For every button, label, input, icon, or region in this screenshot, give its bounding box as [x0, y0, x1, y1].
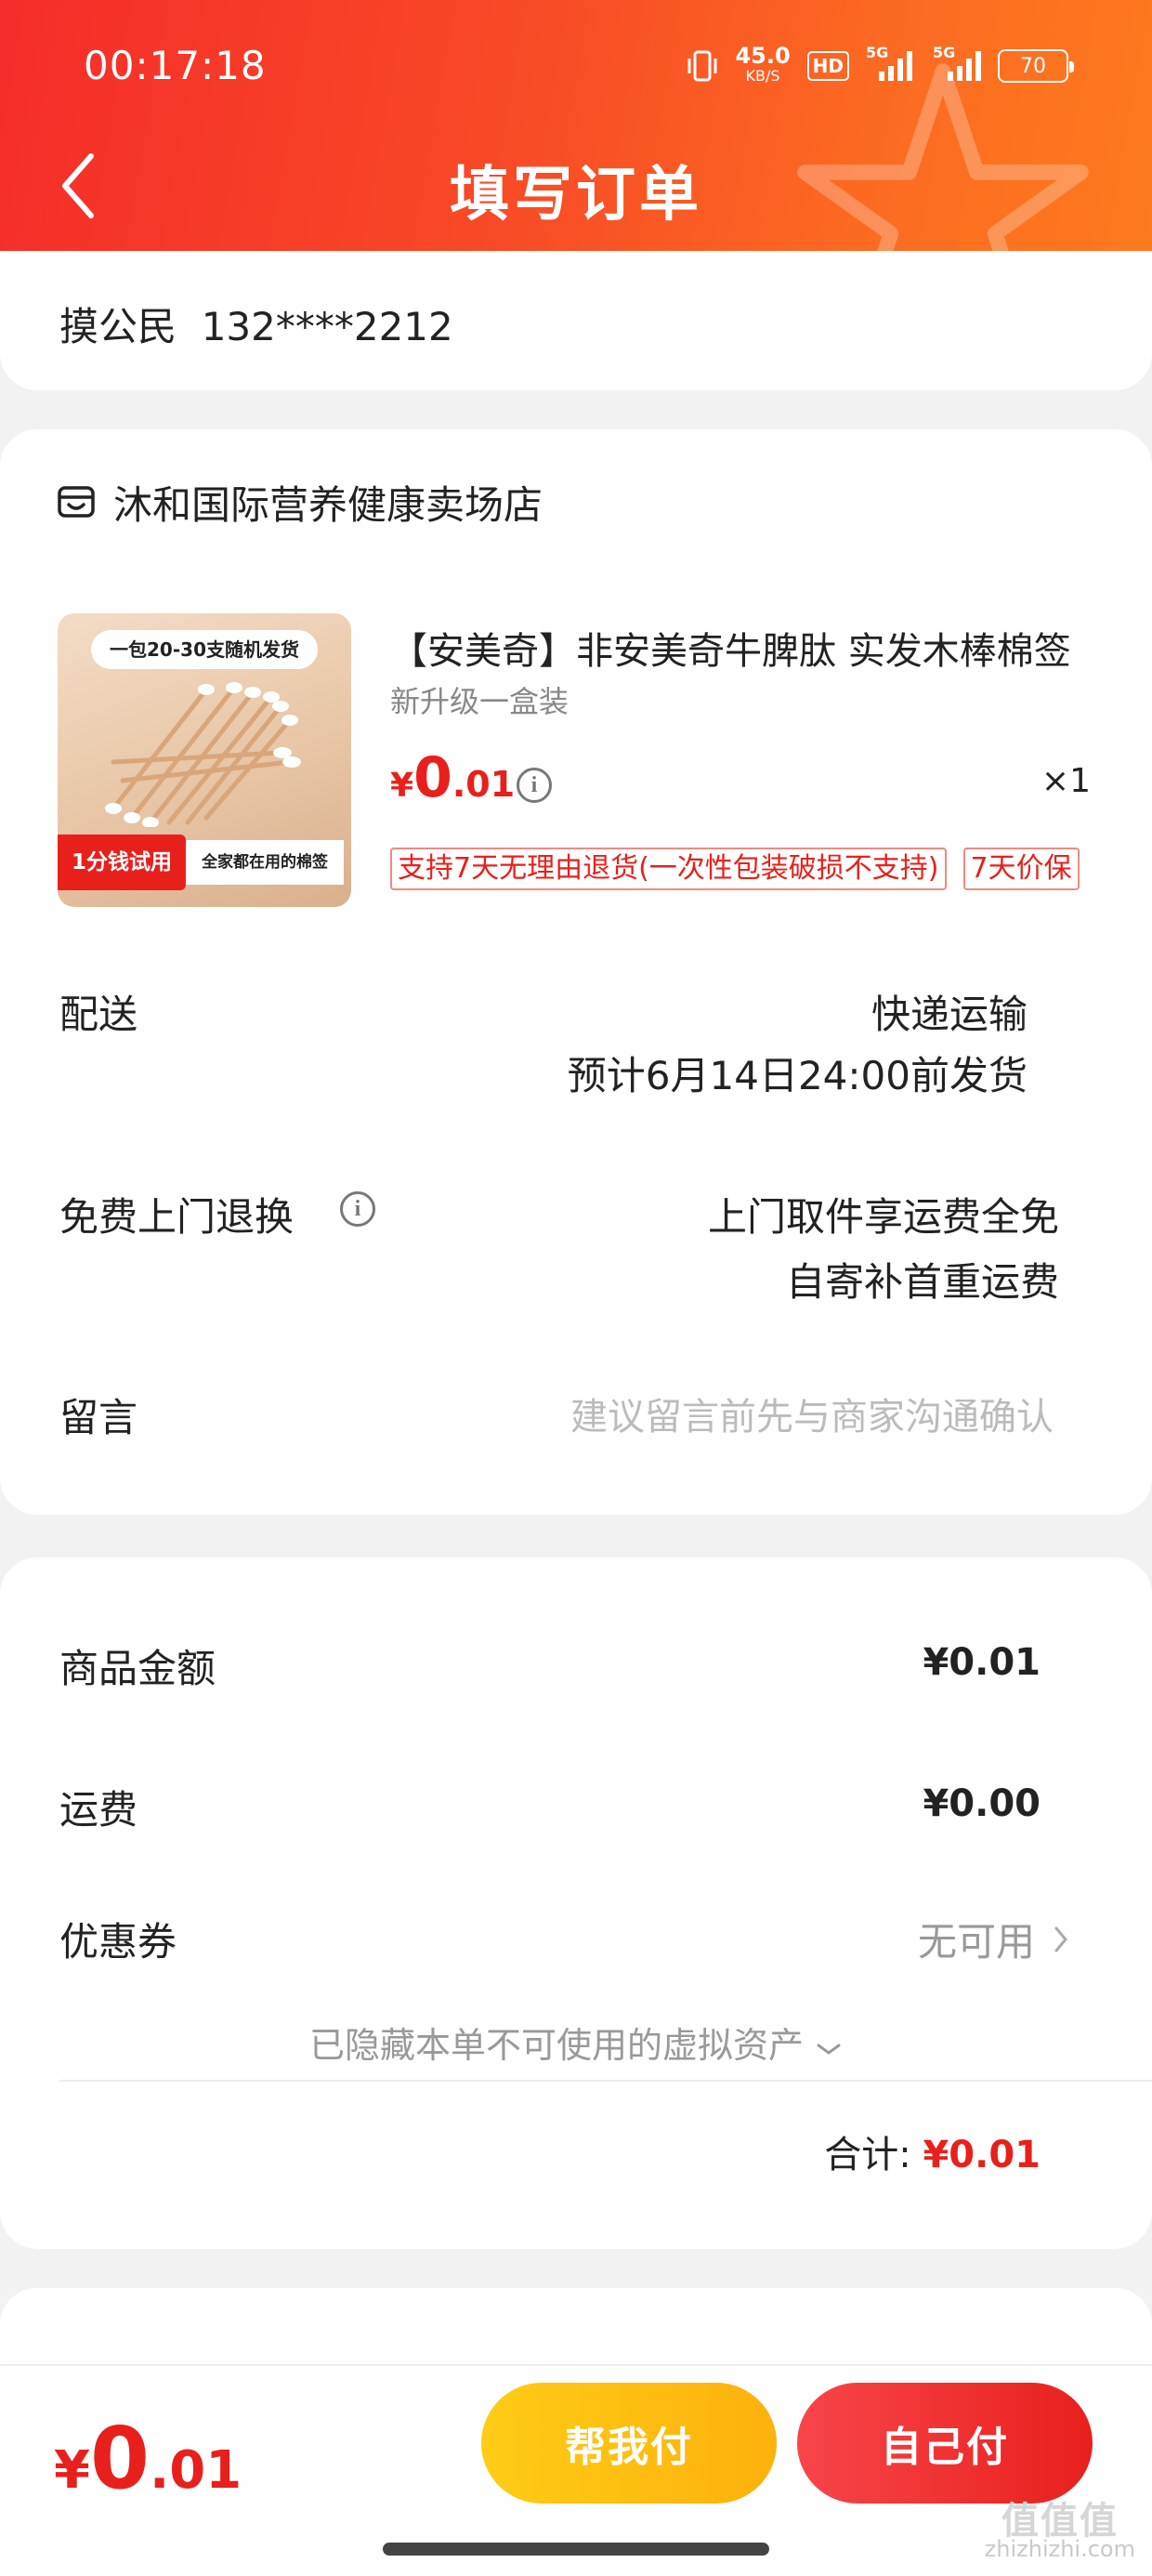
goods-amount-label: 商品金额: [59, 1646, 216, 1691]
thumb-white-tag: 全家都在用的棉签: [186, 840, 344, 885]
goods-amount-value: ¥0.01: [923, 1641, 1041, 1684]
home-indicator[interactable]: [383, 2543, 769, 2556]
coupon-label: 优惠券: [59, 1919, 177, 1965]
signal-icon: 5G: [866, 44, 912, 85]
watermark-url: zhizhizhi.com: [984, 2536, 1135, 2562]
chevron-right-icon: [1054, 1926, 1067, 1952]
product-quantity: ×1: [1041, 762, 1091, 800]
delivery-label: 配送: [59, 992, 138, 1037]
thumb-red-tag: 1分钱试用: [58, 835, 186, 890]
bottom-bar: ¥0.01 帮我付 自己付 值值值 zhizhizhi.com: [0, 2364, 1152, 2576]
net-speed-value: 45.0: [735, 43, 791, 69]
product-title[interactable]: 【安美奇】非安美奇牛脾肽 实发木棒棉签: [390, 621, 1096, 675]
status-icons: 45.0 KB/S HD 5G 5G 70: [687, 43, 1074, 89]
signal-icon-2: 5G: [929, 44, 981, 85]
message-input[interactable]: 建议留言前先与商家沟通确认: [570, 1387, 1054, 1440]
header: 00:17:18 45.0 KB/S HD 5G 5G 70 填写订单: [0, 0, 1152, 264]
net-speed-unit: KB/S: [745, 67, 780, 85]
service-tags: 支持7天无理由退货(一次性包装破损不支持) 7天价保: [390, 848, 1080, 890]
page-title: 填写订单: [450, 161, 702, 230]
return-info-icon[interactable]: i: [340, 1191, 375, 1227]
return-service-label: 免费上门退换: [59, 1194, 295, 1240]
store-name: 沐和国际营养健康卖场店: [113, 482, 543, 528]
signal-label-1: 5G: [866, 44, 889, 61]
product-price-dec: .01: [452, 764, 516, 805]
return-service-line1: 上门取件享运费全免: [707, 1194, 1059, 1240]
thumb-bottom-tag: 1分钱试用 全家都在用的棉签: [58, 835, 351, 890]
message-label: 留言: [59, 1395, 138, 1440]
product-price-currency: ¥: [390, 767, 414, 805]
signal-label-2: 5G: [933, 44, 956, 61]
divider: [59, 2080, 1152, 2082]
watermark-logo: 值值值: [1001, 2500, 1119, 2543]
price-protect-tag: 7天价保: [962, 848, 1080, 890]
summary-card: 商品金额 ¥0.01 运费 ¥0.00 优惠券 无可用 已隐藏本单不可使用的虚拟…: [0, 1557, 1152, 2249]
return-service-line2: 自寄补首重运费: [785, 1259, 1059, 1305]
store-icon: [58, 485, 95, 518]
thumb-top-tag: 一包20-30支随机发货: [91, 630, 318, 669]
cotton-swab-image: [105, 682, 301, 827]
total-label: 合计:: [824, 2134, 911, 2176]
watermark: 值值值 zhizhizhi.com: [984, 2500, 1135, 2563]
product-price: ¥0.01: [390, 745, 515, 810]
battery-icon: 70: [998, 49, 1074, 83]
vibrate-icon: [687, 49, 718, 83]
address-card[interactable]: 摸公民 132****2212: [0, 251, 1152, 390]
delivery-method: 快递运输: [871, 992, 1028, 1037]
help-pay-button[interactable]: 帮我付: [481, 2383, 777, 2504]
order-total: 合计: ¥0.01: [824, 2124, 1041, 2178]
bottom-total-price: ¥0.01: [54, 2409, 242, 2508]
bottom-price-currency: ¥: [54, 2440, 90, 2501]
bottom-price-dec: .01: [149, 2440, 242, 2501]
hidden-assets-note: 已隐藏本单不可使用的虚拟资产: [308, 2025, 804, 2066]
net-speed: 45.0 KB/S: [735, 43, 791, 86]
order-card: 沐和国际营养健康卖场店 一包20-30支随机发货 1分钱试用 全家都在用的棉签 …: [0, 429, 1152, 1515]
product-spec[interactable]: 新升级一盒装: [390, 678, 569, 721]
coupon-value: 无可用: [917, 1919, 1035, 1965]
hidden-assets-toggle[interactable]: 已隐藏本单不可使用的虚拟资产: [0, 2017, 1152, 2068]
coupon-selector[interactable]: 无可用: [918, 1911, 1068, 1967]
bottom-price-int: 0: [89, 2409, 150, 2508]
hd-icon: HD: [806, 51, 849, 81]
recipient-info: 摸公民 132****2212: [59, 304, 453, 349]
product-image[interactable]: 一包20-30支随机发货 1分钱试用 全家都在用的棉签: [58, 613, 351, 907]
delivery-eta: 预计6月14日24:00前发货: [567, 1053, 1028, 1098]
shipping-value: ¥0.00: [923, 1782, 1041, 1825]
price-info-icon[interactable]: i: [517, 768, 552, 803]
status-time: 00:17:18: [84, 43, 267, 88]
chevron-down-icon: [817, 2044, 841, 2055]
return-policy-tag: 支持7天无理由退货(一次性包装破损不支持): [390, 848, 947, 890]
battery-level: 70: [1020, 54, 1046, 78]
store-header[interactable]: 沐和国际营养健康卖场店: [56, 474, 543, 531]
self-pay-button[interactable]: 自己付: [797, 2383, 1093, 2504]
status-bar: 00:17:18 45.0 KB/S HD 5G 5G 70: [0, 37, 1152, 93]
total-value: ¥0.01: [923, 2134, 1041, 2176]
shipping-label: 运费: [59, 1787, 138, 1833]
product-price-int: 0: [413, 745, 452, 810]
